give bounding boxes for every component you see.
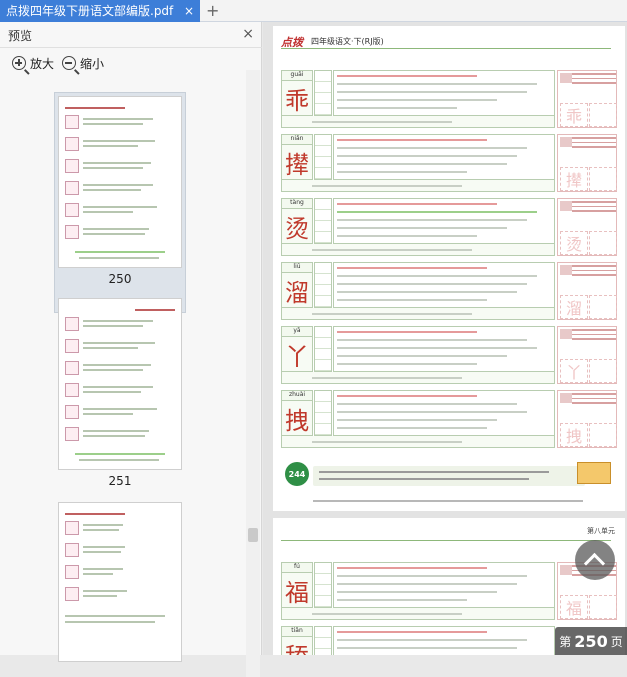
entry-character: 乖 (281, 80, 313, 116)
thumbnail-image (58, 502, 182, 662)
stamp-graphic (577, 462, 611, 484)
close-tab-icon[interactable]: × (184, 0, 194, 22)
page-indicator-suffix: 页 (610, 634, 623, 649)
sidebar-scrollbar-thumb[interactable] (248, 528, 258, 542)
document-view[interactable]: 点拨 四年级语文·下(RJ版) guāi 乖 乖 niǎn 撵 撵 tàng 烫… (263, 22, 627, 655)
page-header: 点拨 四年级语文·下(RJ版) (281, 34, 611, 50)
character-entry: niǎn 撵 撵 (281, 134, 617, 194)
document-page: 点拨 四年级语文·下(RJ版) guāi 乖 乖 niǎn 撵 撵 tàng 烫… (273, 26, 625, 511)
zoom-out-button[interactable]: 缩小 (62, 54, 104, 72)
character-entry: tàng 烫 烫 (281, 198, 617, 258)
new-tab-button[interactable]: + (206, 0, 219, 22)
sidebar-header: 预览 × (0, 22, 262, 48)
preview-sidebar: 预览 × 放大 缩小 250 251 (0, 22, 262, 677)
zoom-toolbar: 放大 缩小 (0, 50, 240, 76)
scroll-to-top-button[interactable] (575, 540, 615, 580)
thumbnail-page-252[interactable] (54, 502, 186, 662)
character-entry: liū 溜 溜 (281, 262, 617, 322)
zoom-out-label: 缩小 (80, 56, 105, 71)
entry-pinyin: liū (281, 262, 313, 272)
trace-character: 撵 (560, 167, 588, 191)
entry-pinyin: fú (281, 562, 313, 572)
trace-character: 烫 (560, 231, 588, 255)
page-indicator-number: 250 (574, 631, 608, 651)
sidebar-title: 预览 (8, 29, 33, 43)
entry-character: 拽 (281, 400, 313, 436)
character-entry: fú 福 福 (281, 562, 617, 622)
zoom-in-label: 放大 (30, 56, 55, 71)
thumbnail-page-251[interactable]: 251 (54, 298, 186, 498)
trace-character: 拽 (560, 423, 588, 447)
sidebar-scrollbar[interactable] (246, 70, 260, 677)
entry-pinyin: tiǎn (281, 626, 313, 636)
page-indicator-prefix: 第 (559, 634, 572, 649)
entry-character: 撵 (281, 144, 313, 180)
document-tab[interactable]: 点拨四年级下册语文部编版.pdf × (0, 0, 200, 22)
entry-pinyin: guāi (281, 70, 313, 80)
entry-character: 福 (281, 572, 313, 608)
character-entry: guāi 乖 乖 (281, 70, 617, 130)
thumbnail-image (58, 96, 182, 268)
page-number-badge: 244 (285, 462, 309, 486)
document-tab-title: 点拨四年级下册语文部编版.pdf (6, 4, 174, 18)
character-entry: yā 丫 丫 (281, 326, 617, 386)
trace-character: 乖 (560, 103, 588, 127)
footnote-line (313, 500, 583, 502)
zoom-in-button[interactable]: 放大 (12, 54, 54, 72)
zoom-out-icon (62, 56, 76, 70)
entry-character: 丫 (281, 336, 313, 372)
close-sidebar-icon[interactable]: × (242, 26, 254, 42)
thumbnail-label: 251 (108, 474, 132, 488)
thumbnail-image (58, 298, 182, 470)
trace-character: 溜 (560, 295, 588, 319)
thumbnail-page-250[interactable]: 250 (54, 96, 186, 296)
trace-character: 福 (560, 595, 588, 619)
entry-character: 舔 (281, 636, 313, 655)
entry-pinyin: yā (281, 326, 313, 336)
tab-bar: 点拨四年级下册语文部编版.pdf × + (0, 0, 627, 22)
zoom-in-icon (12, 56, 26, 70)
entry-pinyin: niǎn (281, 134, 313, 144)
trace-character: 丫 (560, 359, 588, 383)
page-indicator: 第 250 页 (555, 627, 627, 655)
unit-label: 第八单元 (587, 527, 615, 535)
character-entry: zhuài 拽 拽 (281, 390, 617, 450)
thumbnail-label: 250 (108, 272, 132, 286)
entry-pinyin: zhuài (281, 390, 313, 400)
page-header-title: 四年级语文·下(RJ版) (311, 37, 384, 46)
entry-character: 烫 (281, 208, 313, 244)
entry-pinyin: tàng (281, 198, 313, 208)
tip-banner: 244 (285, 462, 611, 486)
entry-character: 溜 (281, 272, 313, 308)
